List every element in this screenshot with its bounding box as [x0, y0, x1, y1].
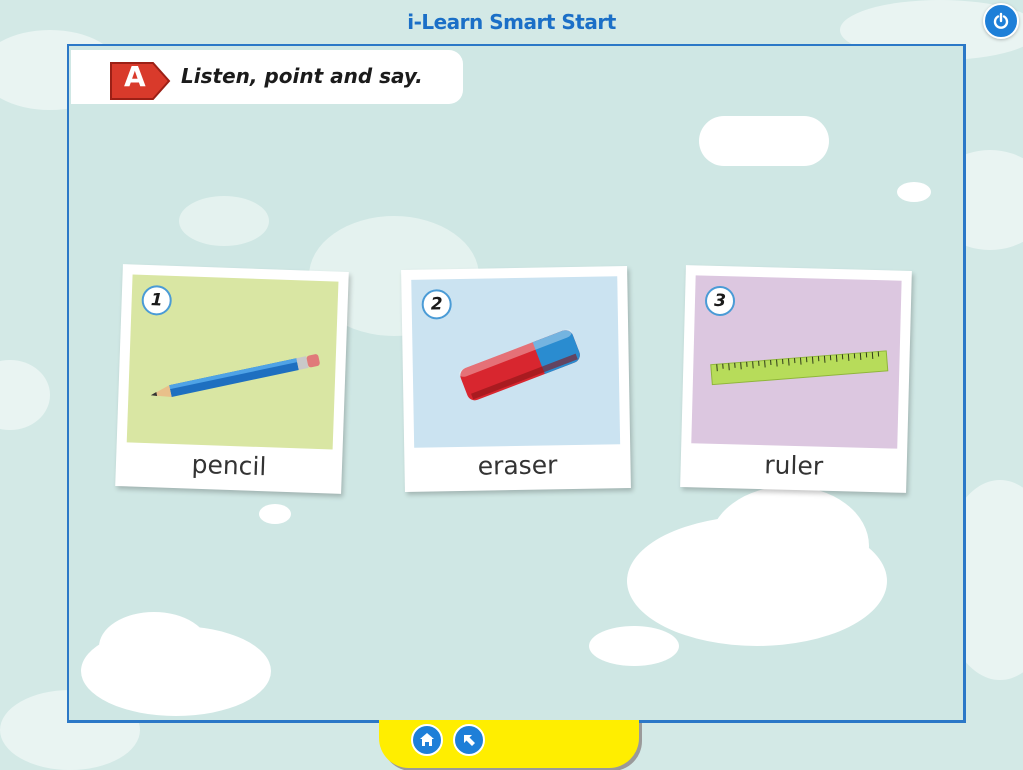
stage-cloud: [259, 504, 291, 524]
stage-cloud: [179, 196, 269, 246]
activity-badge-letter: A: [124, 60, 146, 93]
back-button[interactable]: [453, 724, 485, 756]
vocab-card-pencil[interactable]: 1 pencil: [115, 264, 349, 494]
arrow-back-icon: [460, 731, 478, 749]
home-icon: [418, 731, 436, 749]
stage-cloud: [699, 116, 829, 166]
power-icon: [992, 12, 1010, 30]
activity-stage: A Listen, point and say. 1 pencil: [67, 44, 966, 723]
instruction-text: Listen, point and say.: [181, 64, 423, 88]
app-title: i-Learn Smart Start: [0, 10, 1023, 34]
stage-cloud: [709, 486, 869, 606]
background-cloud: [0, 360, 50, 430]
power-button[interactable]: [983, 3, 1019, 39]
stage-cloud: [897, 182, 931, 202]
card-word: pencil: [116, 447, 343, 484]
stage-cloud: [589, 626, 679, 666]
home-button[interactable]: [411, 724, 443, 756]
footer-toolbar: [379, 720, 639, 768]
stage-cloud: [99, 612, 209, 682]
instruction-banner: A Listen, point and say.: [71, 50, 463, 104]
card-word: eraser: [404, 449, 630, 482]
stage-cloud: [965, 226, 966, 252]
vocab-card-ruler[interactable]: 3 ruler: [680, 265, 912, 493]
vocab-card-eraser[interactable]: 2 eraser: [401, 266, 631, 492]
card-word: ruler: [680, 448, 907, 483]
